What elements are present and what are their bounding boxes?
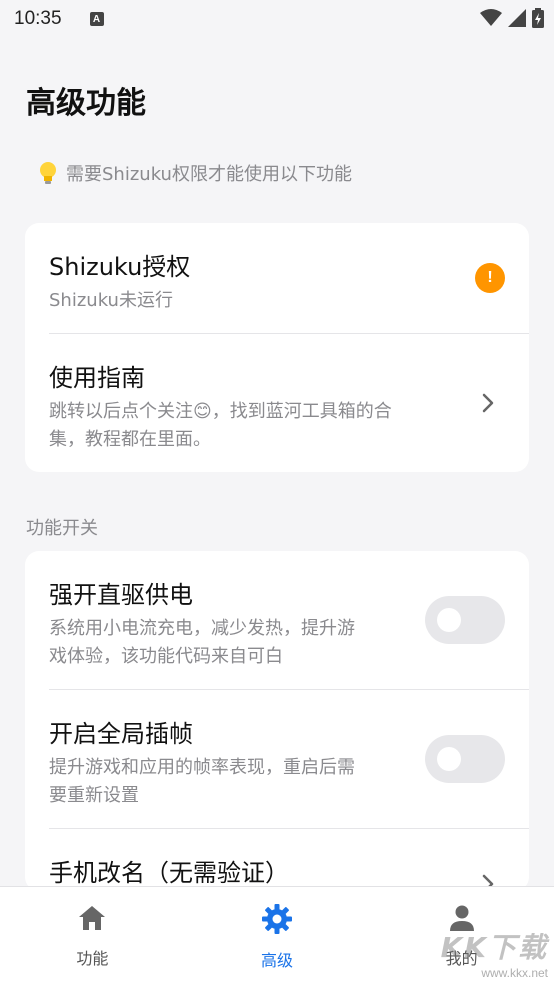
watermark-url: www.kkx.net xyxy=(481,966,548,980)
direct-power-title: 强开直驱供电 xyxy=(49,581,193,609)
nav-item-features[interactable]: 功能 xyxy=(0,887,185,984)
frame-interpolation-row: 开启全局插帧 提升游戏和应用的帧率表现，重启后需 要重新设置 xyxy=(25,690,529,829)
nav-label-advanced: 高级 xyxy=(261,951,294,970)
hint-row: 需要Shizuku权限才能使用以下功能 xyxy=(38,160,352,186)
rename-phone-row[interactable]: 手机改名（无需验证） xyxy=(25,829,529,891)
feature-switch-card: 强开直驱供电 系统用小电流充电，减少发热，提升游 戏体验，该功能代码来自可白 开… xyxy=(25,551,529,891)
watermark-logo: KK下载 xyxy=(440,931,548,964)
frame-interpolation-desc-line2: 要重新设置 xyxy=(49,785,139,806)
status-bar: 10:35 A xyxy=(0,0,554,38)
page-title: 高级功能 xyxy=(26,86,146,121)
user-guide-title: 使用指南 xyxy=(49,364,145,392)
hint-text: 需要Shizuku权限才能使用以下功能 xyxy=(66,164,352,185)
gear-icon xyxy=(262,904,292,934)
status-time: 10:35 xyxy=(14,8,62,29)
watermark: KK下载 www.kkx.net xyxy=(441,926,548,980)
toggle-knob xyxy=(437,608,461,632)
lightbulb-icon xyxy=(40,162,56,184)
shizuku-card: Shizuku授权 Shizuku未运行 ! 使用指南 跳转以后点个关注😊，找到… xyxy=(25,223,529,472)
frame-interpolation-desc-line1: 提升游戏和应用的帧率表现，重启后需 xyxy=(49,757,355,778)
shizuku-auth-row[interactable]: Shizuku授权 Shizuku未运行 ! xyxy=(25,223,529,334)
shizuku-auth-title: Shizuku授权 xyxy=(49,253,191,281)
home-icon xyxy=(79,906,106,930)
warning-icon: ! xyxy=(475,263,505,293)
direct-power-desc-line1: 系统用小电流充电，减少发热，提升游 xyxy=(49,618,355,639)
direct-power-desc-line2: 戏体验，该功能代码来自可白 xyxy=(49,646,283,667)
wifi-icon xyxy=(480,9,502,26)
user-guide-row[interactable]: 使用指南 跳转以后点个关注😊，找到蓝河工具箱的合 集，教程都在里面。 xyxy=(25,334,529,472)
shizuku-auth-status: Shizuku未运行 xyxy=(49,290,173,311)
toggle-knob xyxy=(437,747,461,771)
rename-phone-title: 手机改名（无需验证） xyxy=(49,859,289,887)
signal-icon xyxy=(508,9,526,27)
section-label: 功能开关 xyxy=(26,518,98,539)
nav-label-features: 功能 xyxy=(76,949,109,968)
frame-interpolation-title: 开启全局插帧 xyxy=(49,720,193,748)
battery-charging-icon xyxy=(532,8,544,28)
user-guide-desc-line1: 跳转以后点个关注😊，找到蓝河工具箱的合 xyxy=(49,401,392,422)
status-indicators xyxy=(480,8,544,28)
direct-power-toggle[interactable] xyxy=(425,596,505,644)
nav-item-advanced[interactable]: 高级 xyxy=(185,887,370,984)
frame-interpolation-toggle[interactable] xyxy=(425,735,505,783)
user-guide-desc-line2: 集，教程都在里面。 xyxy=(49,429,211,450)
chevron-right-icon xyxy=(482,393,494,413)
direct-power-row: 强开直驱供电 系统用小电流充电，减少发热，提升游 戏体验，该功能代码来自可白 xyxy=(25,551,529,690)
notification-a-icon: A xyxy=(89,12,104,26)
